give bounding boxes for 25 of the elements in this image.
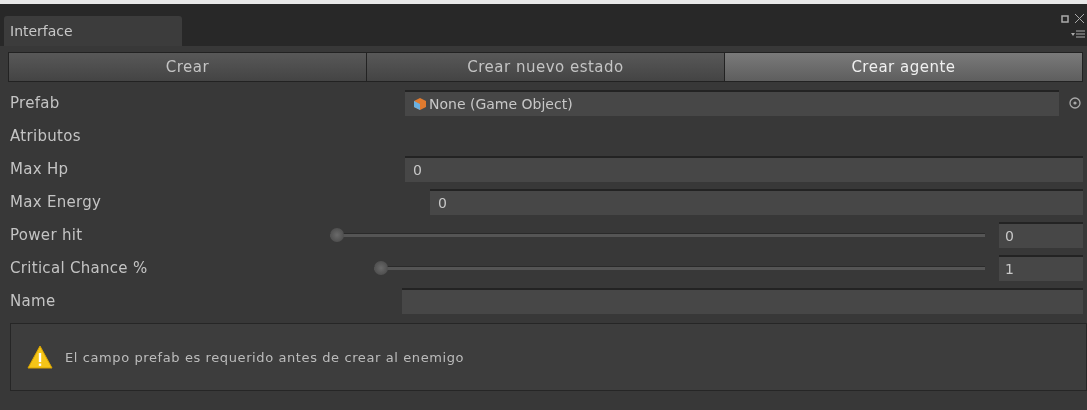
toolbar-tab[interactable]: Crear nuevo estado (367, 52, 725, 82)
menu-icon[interactable] (1071, 30, 1085, 38)
toolbar-tab[interactable]: Crear (8, 52, 367, 82)
number-field[interactable]: 0 (999, 221, 1083, 248)
slider-thumb[interactable] (330, 227, 344, 242)
field-label: Power hit (10, 226, 83, 244)
field-label: Max Energy (10, 193, 102, 211)
cube-icon (413, 96, 427, 111)
field-label: Max Hp (10, 160, 69, 178)
window-tab[interactable]: Interface (4, 16, 182, 46)
number-field[interactable]: 0 (430, 188, 1083, 215)
field-label: Prefab (10, 94, 60, 112)
target-icon[interactable] (1069, 96, 1081, 109)
window-controls-icon[interactable] (1061, 14, 1085, 24)
number-field[interactable]: 1 (999, 254, 1083, 281)
warning-message: El campo prefab es requerido antes de crear al enemigo (65, 349, 465, 365)
text-field[interactable] (402, 287, 1083, 314)
object-field[interactable]: None (Game Object) (405, 89, 1059, 116)
toolbar-tab[interactable]: Crear agente (725, 52, 1083, 82)
field-label: Name (10, 292, 56, 310)
number-field[interactable]: 0 (405, 155, 1083, 182)
warning-icon (27, 345, 53, 369)
field-label: Critical Chance % (10, 259, 148, 277)
slider-thumb[interactable] (374, 260, 388, 275)
field-label: Atributos (10, 126, 81, 145)
